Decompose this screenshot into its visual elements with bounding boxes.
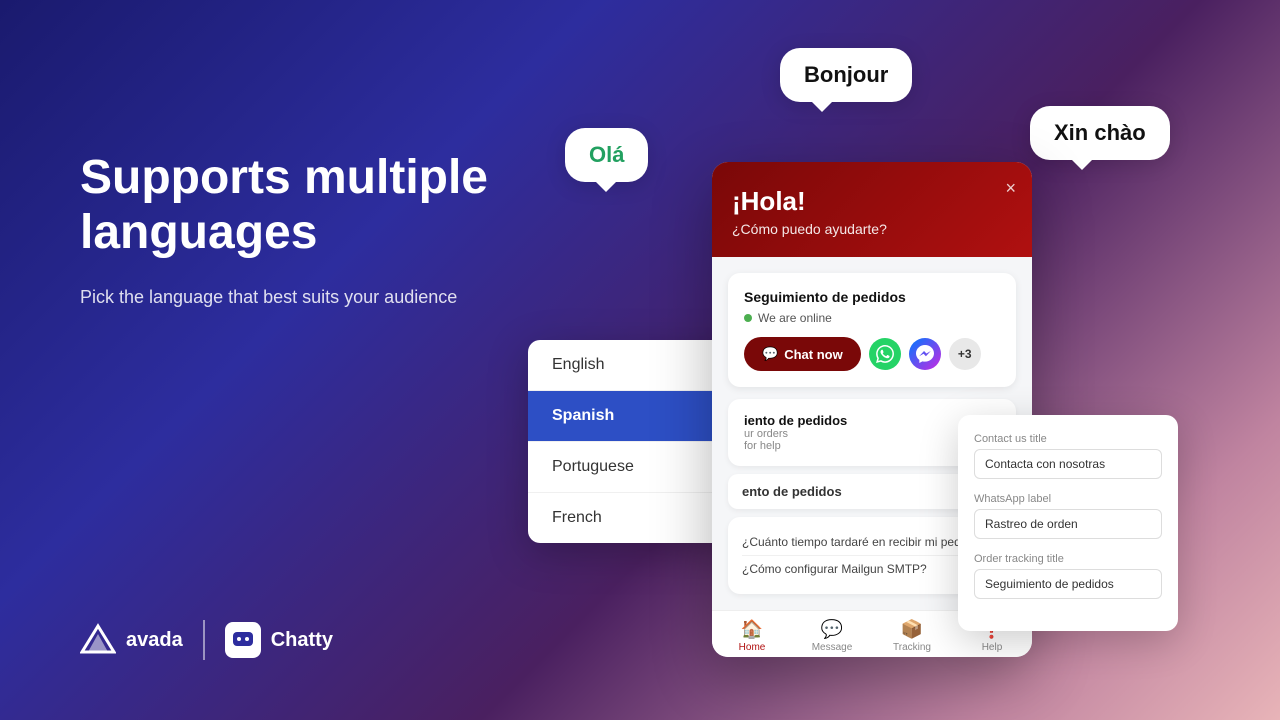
setting-label-2: WhatsApp label [974,493,1162,505]
section-2-sub: ur orders [744,428,847,440]
chatty-logo: Chatty [225,622,333,658]
bonjour-bubble: Bonjour [780,48,912,102]
tracking-icon: 📦 [901,619,923,640]
online-dot [744,314,752,322]
tracking-label: Tracking [893,642,931,653]
section-2-sub2: for help [744,440,847,452]
setting-input-3[interactable]: Seguimiento de pedidos [974,569,1162,599]
section-2-info: iento de pedidos ur orders for help [744,413,847,452]
logo-divider [203,620,205,660]
chat-now-button[interactable]: 💬 Chat now [744,337,861,371]
avada-icon [80,622,116,658]
online-text: We are online [758,311,832,325]
chat-header: ¡Hola! ¿Cómo puedo ayudarte? × [712,162,1032,257]
hero-subtitle: Pick the language that best suits your a… [80,284,500,311]
avada-label: avada [126,629,183,652]
order-card-title: Seguimiento de pedidos [744,289,1000,305]
messenger-button[interactable] [909,338,941,370]
close-button[interactable]: × [1005,178,1016,199]
section-2-title: iento de pedidos [744,413,847,428]
setting-group-2: WhatsApp label Rastreo de orden [974,493,1162,539]
ola-bubble: Olá [565,128,648,182]
setting-label-3: Order tracking title [974,553,1162,565]
chat-now-label: Chat now [784,347,843,362]
nav-tracking[interactable]: 📦 Tracking [872,619,952,653]
order-card: Seguimiento de pedidos We are online 💬 C… [728,273,1016,387]
setting-label-1: Contact us title [974,433,1162,445]
chatty-icon [225,622,261,658]
setting-group-1: Contact us title Contacta con nosotras [974,433,1162,479]
chat-subtext: ¿Cómo puedo ayudarte? [732,221,1012,237]
home-icon: 🏠 [741,619,763,640]
help-label: Help [982,642,1003,653]
xin-chao-bubble: Xin chào [1030,106,1170,160]
chat-greeting: ¡Hola! [732,186,1012,217]
settings-panel: Contact us title Contacta con nosotras W… [958,415,1178,631]
nav-message[interactable]: 💬 Message [792,619,872,653]
logo-area: avada Chatty [80,620,333,660]
home-label: Home [739,642,766,653]
hero-content: Supports multiple languages Pick the lan… [80,150,500,311]
message-label: Message [812,642,853,653]
avada-logo: avada [80,622,183,658]
message-icon: 💬 [821,619,843,640]
more-badge[interactable]: +3 [949,338,981,370]
chatty-label: Chatty [271,629,333,652]
setting-group-3: Order tracking title Seguimiento de pedi… [974,553,1162,599]
nav-home[interactable]: 🏠 Home [712,619,792,653]
whatsapp-button[interactable] [869,338,901,370]
main-title: Supports multiple languages [80,150,500,260]
setting-input-2[interactable]: Rastreo de orden [974,509,1162,539]
online-indicator: We are online [744,311,1000,325]
chat-actions: 💬 Chat now +3 [744,337,1000,371]
chat-icon: 💬 [762,346,778,362]
setting-input-1[interactable]: Contacta con nosotras [974,449,1162,479]
